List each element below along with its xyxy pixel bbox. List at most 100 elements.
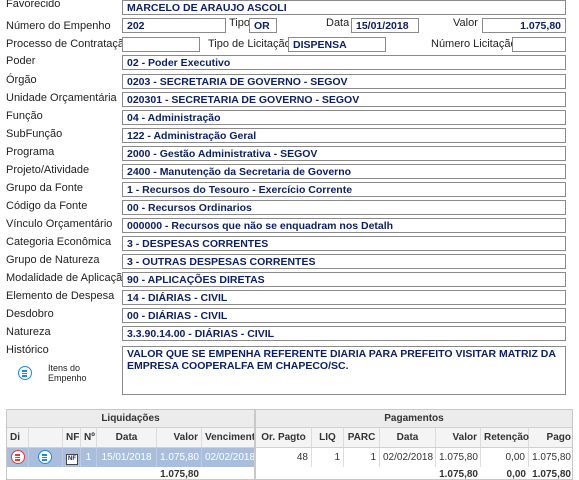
data-cell: 02/02/2018	[380, 448, 436, 467]
n-cell: 1	[81, 448, 97, 467]
itens-empenho-line2: Empenho	[48, 373, 87, 383]
col-nf: NF	[63, 428, 81, 447]
elemento-field[interactable]: 14 - DIÁRIAS - CIVIL	[122, 290, 566, 305]
unidade-label: Unidade Orçamentária	[6, 92, 117, 104]
list-cell	[29, 448, 63, 467]
unidade-field[interactable]: 020301 - SECRETARIA DE GOVERNO - SEGOV	[122, 92, 566, 107]
poder-label: Poder	[6, 55, 36, 67]
liq-cell: 1	[312, 448, 344, 467]
valor-field[interactable]: 1.075,80	[482, 18, 566, 33]
col-or-pagto: Or. Pagto	[256, 428, 312, 447]
historico-label: Histórico	[6, 344, 49, 356]
valor-label: Valor	[453, 17, 478, 29]
codigo-fonte-label: Código da Fonte	[6, 200, 88, 212]
liquidacoes-grid: Liquidações Di NF Nº Data Valor Vencimen…	[6, 409, 255, 480]
col-vencimento: Vencimento	[205, 432, 255, 443]
data-cell: 15/01/2018	[97, 448, 157, 467]
funcao-field[interactable]: 04 - Administração	[122, 110, 566, 125]
orgao-label: Órgão	[6, 74, 37, 86]
col-data: Data	[97, 428, 157, 447]
pagamentos-header: Or. Pagto LIQ PARC Data Valor Retenção P…	[256, 428, 572, 448]
tipo-label: Tipo	[229, 17, 250, 29]
programa-field[interactable]: 2000 - Gestão Administrativa - SEGOV	[122, 146, 566, 161]
programa-label: Programa	[6, 146, 55, 158]
col-di: Di	[7, 428, 29, 447]
pagamentos-title: Pagamentos	[256, 410, 572, 428]
pago-cell: 1.075,80	[532, 452, 571, 463]
itens-empenho-line1: Itens do	[48, 363, 81, 373]
elemento-label: Elemento de Despesa	[6, 290, 115, 302]
tipo-licitacao-label: Tipo de Licitação	[208, 38, 291, 50]
processo-field[interactable]	[122, 37, 200, 52]
modalidade-label: Modalidade de Aplicação	[6, 272, 129, 284]
codigo-fonte-field[interactable]: 00 - Recursos Ordinarios	[122, 200, 566, 215]
col-data: Data	[380, 428, 436, 447]
liquidacoes-total: 1.075,80	[160, 469, 199, 480]
projeto-field[interactable]: 2400 - Manutenção da Secretaria de Gover…	[122, 164, 566, 179]
valor-cell: 1.075,80	[436, 448, 481, 467]
pagamentos-grid: Pagamentos Or. Pagto LIQ PARC Data Valor…	[255, 409, 573, 480]
subfuncao-label: SubFunção	[6, 128, 63, 140]
pagamentos-total-retencao: 0,00	[506, 469, 526, 480]
data-label: Data	[326, 17, 350, 29]
parc-cell: 1	[344, 448, 380, 467]
grupo-fonte-field[interactable]: 1 - Recursos do Tesouro - Exercício Corr…	[122, 182, 566, 197]
favorecido-label: Favorecido	[6, 0, 61, 10]
liquidacoes-total-row: 1.075,80	[7, 467, 254, 480]
itens-empenho-button[interactable]: Itens do Empenho	[18, 362, 108, 388]
historico-field[interactable]: VALOR QUE SE EMPENHA REFERENTE DIARIA PA…	[122, 346, 566, 395]
retencao-cell: 0,00	[481, 448, 529, 467]
favorecido-field[interactable]: MARCELO DE ARAUJO ASCOLI	[122, 0, 566, 15]
col-pago: Pago	[546, 432, 571, 443]
tipo-field[interactable]: OR	[249, 18, 277, 33]
desdobro-label: Desdobro	[6, 308, 54, 320]
orgao-field[interactable]: 0203 - SECRETARIA DE GOVERNO - SEGOV	[122, 74, 566, 89]
list-icon	[18, 366, 32, 380]
numero-licitacao-field[interactable]	[512, 37, 566, 52]
vinculo-field[interactable]: 000000 - Recursos que não se enquadram n…	[122, 218, 566, 233]
col-valor: Valor	[436, 428, 481, 447]
natureza-field[interactable]: 3.3.90.14.00 - DIÁRIAS - CIVIL	[122, 326, 566, 341]
categoria-field[interactable]: 3 - DESPESAS CORRENTES	[122, 236, 566, 251]
nf-icon[interactable]: NF	[66, 454, 78, 465]
pagamentos-total-row: 1.075,80 0,00 1.075,80	[256, 467, 572, 480]
detail-icon[interactable]	[11, 450, 25, 464]
desdobro-field[interactable]: 00 - DIÁRIAS - CIVIL	[122, 308, 566, 323]
grupo-natureza-label: Grupo de Natureza	[6, 254, 100, 266]
table-row[interactable]: 48 1 1 02/02/2018 1.075,80 0,00 1.075,80	[256, 448, 572, 467]
di-cell	[7, 448, 29, 467]
modalidade-field[interactable]: 90 - APLICAÇÕES DIRETAS	[122, 272, 566, 287]
table-row[interactable]: NF 1 15/01/2018 1.075,80 02/02/2018	[7, 448, 254, 467]
categoria-label: Categoria Econômica	[6, 236, 112, 248]
nf-cell: NF	[63, 448, 81, 467]
numero-licitacao-label: Número Licitação	[431, 38, 517, 50]
grupo-fonte-label: Grupo da Fonte	[6, 182, 84, 194]
numero-empenho-field[interactable]: 202	[122, 18, 226, 33]
natureza-label: Natureza	[6, 326, 51, 338]
col-valor: Valor	[157, 428, 202, 447]
valor-cell: 1.075,80	[157, 448, 202, 467]
processo-label: Processo de Contratação	[6, 38, 131, 50]
poder-field[interactable]: 02 - Poder Executivo	[122, 55, 566, 70]
col-parc: PARC	[344, 428, 380, 447]
projeto-label: Projeto/Atividade	[6, 164, 90, 176]
liquidacoes-header: Di NF Nº Data Valor Vencimento	[7, 428, 254, 448]
liquidacoes-title: Liquidações	[7, 410, 254, 428]
vencimento-cell: 02/02/2018	[205, 452, 255, 463]
vinculo-label: Vínculo Orçamentário	[6, 218, 113, 230]
col-n: Nº	[81, 428, 97, 447]
subfuncao-field[interactable]: 122 - Administração Geral	[122, 128, 566, 143]
pagamentos-total-valor: 1.075,80	[439, 469, 478, 480]
data-field[interactable]: 15/01/2018	[351, 18, 419, 33]
pagamentos-total-pago: 1.075,80	[532, 469, 571, 480]
list-icon[interactable]	[38, 450, 52, 464]
funcao-label: Função	[6, 110, 43, 122]
col-retencao: Retenção	[481, 428, 529, 447]
numero-empenho-label: Número do Empenho	[6, 20, 111, 32]
tipo-licitacao-field[interactable]: DISPENSA	[288, 37, 386, 52]
or-pagto-cell: 48	[256, 448, 312, 467]
col-blank	[29, 428, 63, 447]
col-liq: LIQ	[312, 428, 344, 447]
grupo-natureza-field[interactable]: 3 - OUTRAS DESPESAS CORRENTES	[122, 254, 566, 269]
itens-empenho-label: Itens do Empenho	[48, 363, 87, 383]
